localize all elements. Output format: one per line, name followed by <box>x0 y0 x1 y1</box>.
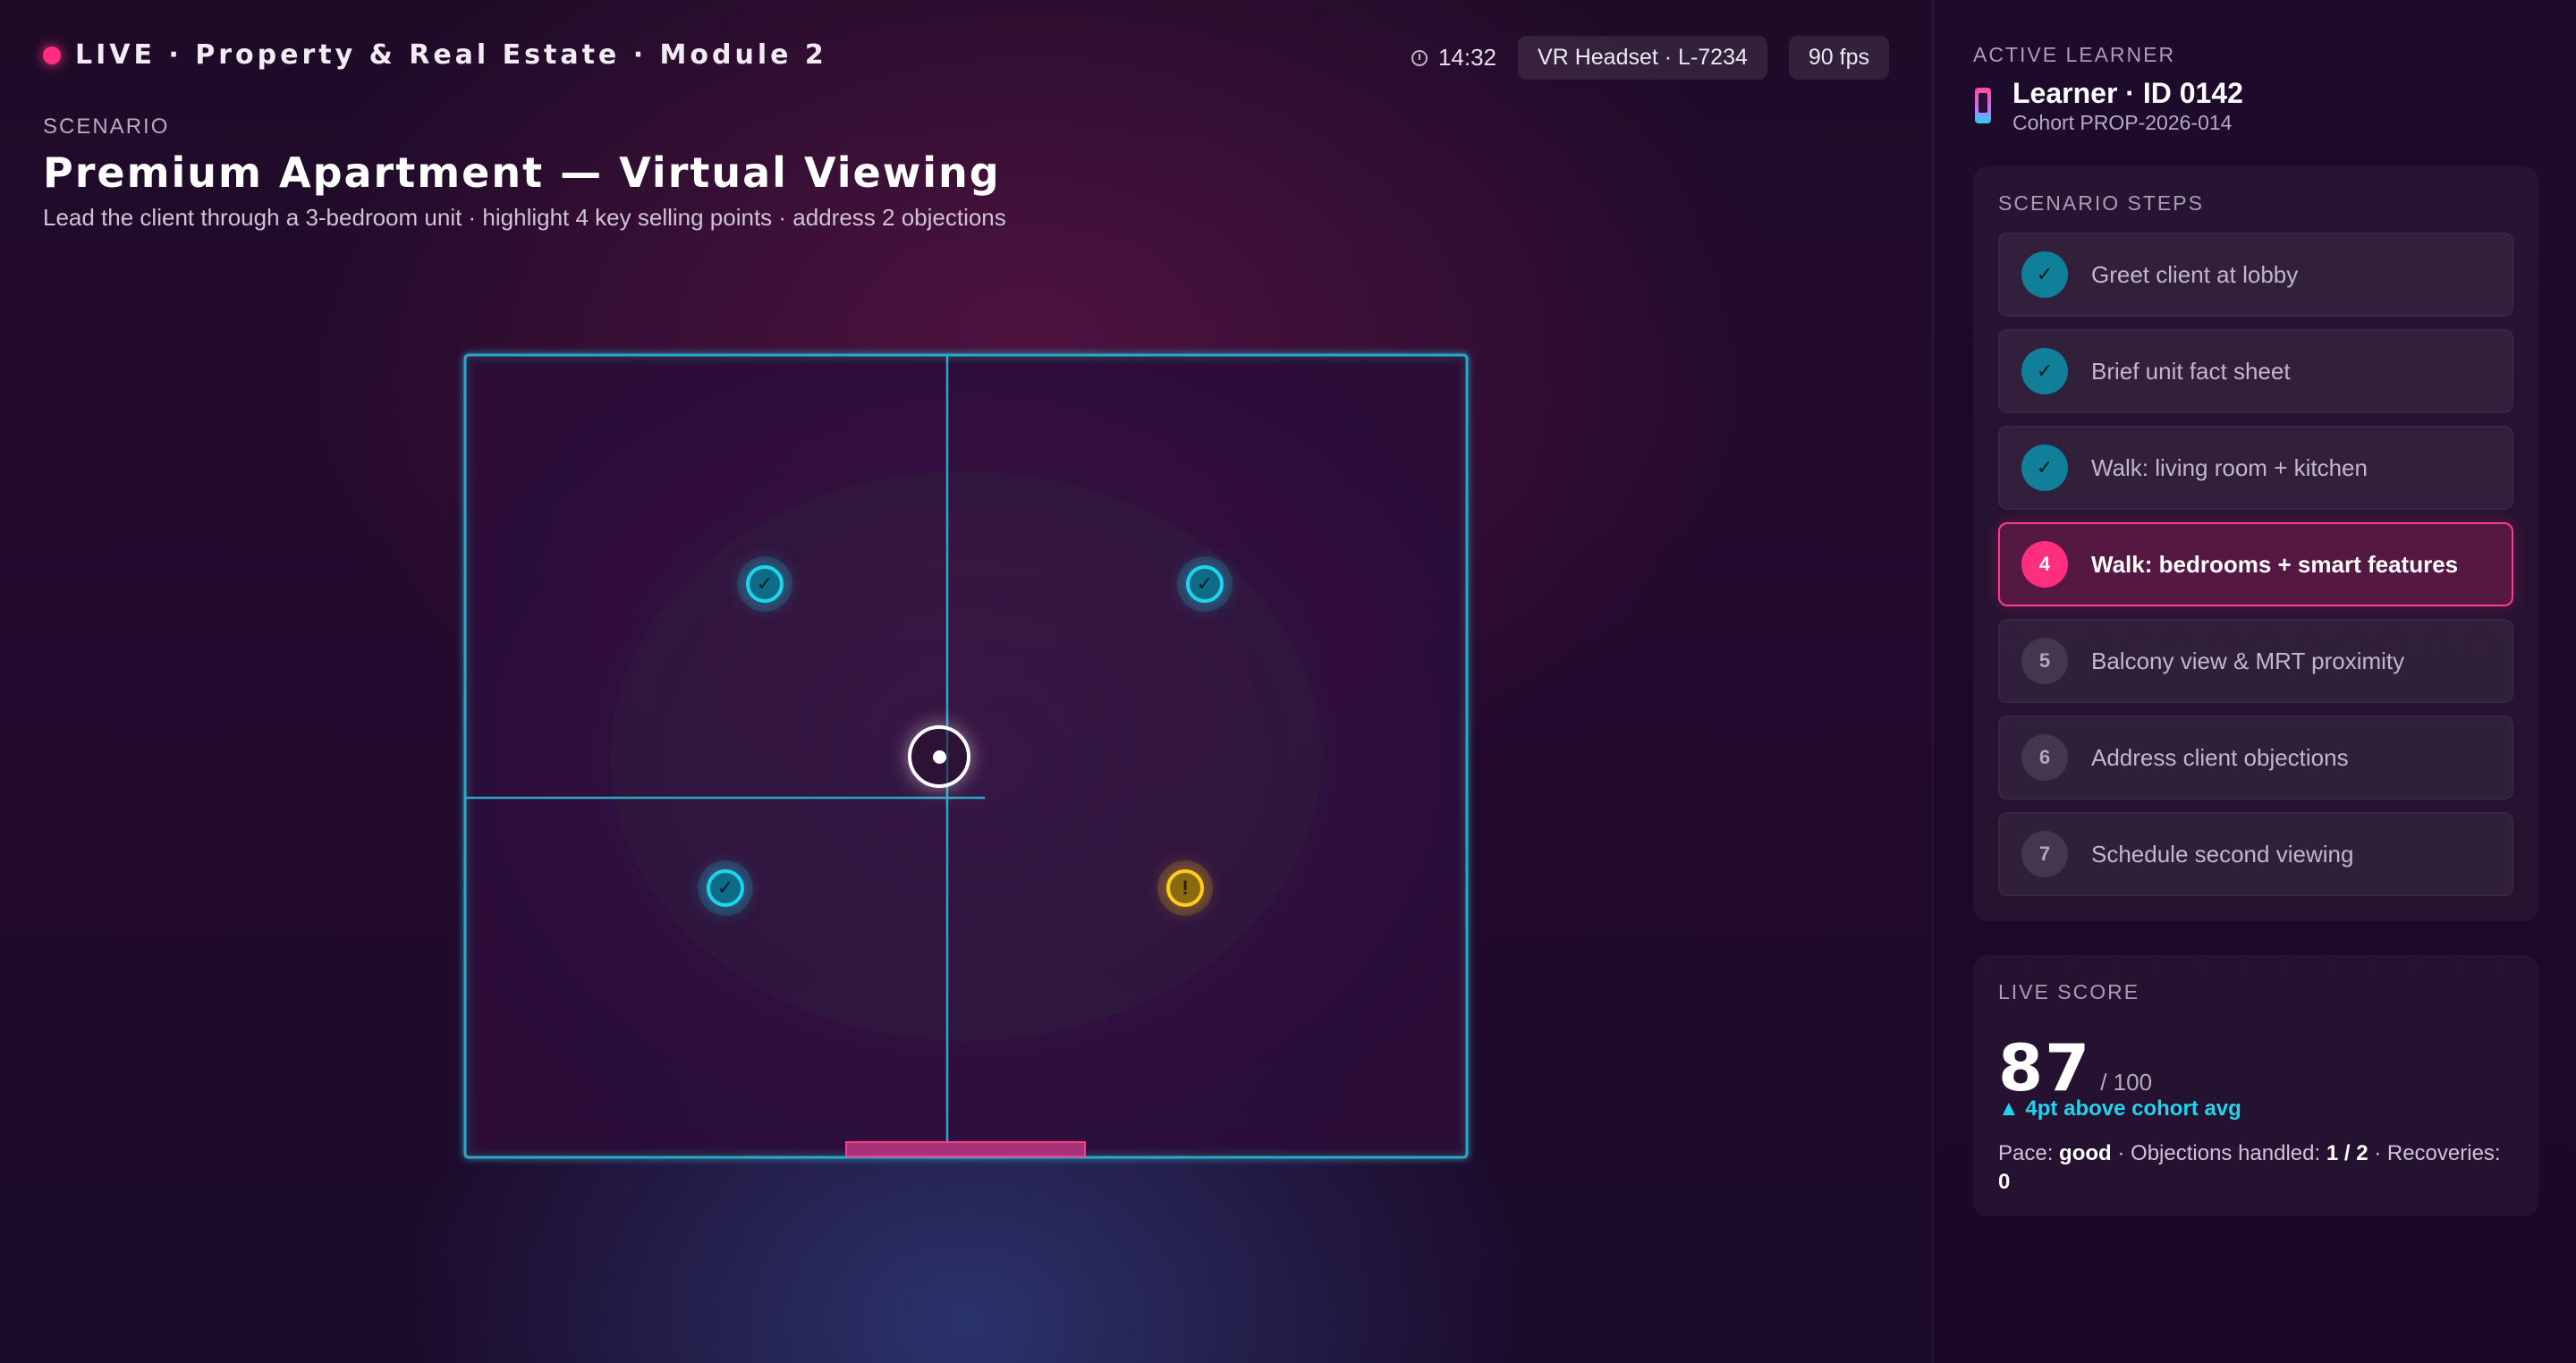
step-5[interactable]: 5 Balcony view & MRT proximity <box>1998 619 2513 703</box>
score-row: 87 / 100 <box>1998 1030 2152 1105</box>
check-icon: ✓ <box>1196 572 1214 595</box>
scenario-steps-title: SCENARIO STEPS <box>1998 191 2204 215</box>
learner-cohort: Cohort PROP-2026-014 <box>2012 111 2233 134</box>
live-score-panel: LIVE SCORE 87 / 100 ▲ 4pt above cohort a… <box>1973 955 2538 1216</box>
step-7[interactable]: 7 Schedule second viewing <box>1998 812 2513 896</box>
step-label: Greet client at lobby <box>2091 260 2299 288</box>
sidebar: ACTIVE LEARNER Learner · ID 0142 Cohort … <box>1932 0 2576 1363</box>
recoveries-label: · Recoveries: <box>2374 1141 2501 1165</box>
waypoint-bedroom-1-done[interactable]: ✓ <box>746 565 784 603</box>
check-icon: ✓ <box>756 572 774 595</box>
step-number: 6 <box>2021 734 2068 781</box>
main-view: LIVE · Property & Real Estate · Module 2… <box>0 0 1932 1363</box>
waypoint-objection-warning[interactable]: ! <box>1166 869 1204 907</box>
step-1[interactable]: ✓ Greet client at lobby <box>1998 233 2513 317</box>
score-delta: ▲ 4pt above cohort avg <box>1998 1096 2241 1121</box>
live-score-title: LIVE SCORE <box>1998 980 2140 1003</box>
objections-value: 1 / 2 <box>2326 1141 2368 1165</box>
score-max: / 100 <box>2100 1069 2153 1096</box>
score-value: 87 <box>1998 1030 2092 1105</box>
step-number: 5 <box>2021 638 2068 684</box>
entrance-door <box>845 1141 1086 1157</box>
step-label: Address client objections <box>2091 743 2349 771</box>
step-label: Walk: bedrooms + smart features <box>2091 550 2459 578</box>
step-6[interactable]: 6 Address client objections <box>1998 715 2513 800</box>
step-number: 4 <box>2021 541 2068 588</box>
learner-name: Learner · ID 0142 <box>2012 77 2243 109</box>
active-learner-label: ACTIVE LEARNER <box>1973 43 2176 66</box>
recoveries-value: 0 <box>1998 1170 2011 1194</box>
step-label: Schedule second viewing <box>2091 840 2354 868</box>
step-number: 7 <box>2021 831 2068 877</box>
step-label: Brief unit fact sheet <box>2091 357 2291 385</box>
waypoint-bedroom-2-done[interactable]: ✓ <box>1186 565 1224 603</box>
pace-label: Pace: <box>1998 1141 2054 1165</box>
step-4-active[interactable]: 4 Walk: bedrooms + smart features <box>1998 522 2513 606</box>
warning-icon: ! <box>1182 876 1189 899</box>
scenario-steps-panel: SCENARIO STEPS ✓ Greet client at lobby ✓… <box>1973 166 2538 921</box>
floorplan <box>463 353 1469 1159</box>
learner-position-marker <box>908 725 970 788</box>
check-icon: ✓ <box>2021 444 2068 491</box>
objections-label: · Objections handled: <box>2117 1141 2321 1165</box>
waypoint-living-room-done[interactable]: ✓ <box>707 869 744 907</box>
step-label: Walk: living room + kitchen <box>2091 453 2368 481</box>
vr-training-app: LIVE · Property & Real Estate · Module 2… <box>0 0 2576 1363</box>
check-icon: ✓ <box>2021 251 2068 298</box>
check-icon: ✓ <box>716 876 734 899</box>
learner-avatar-icon <box>1975 88 1991 123</box>
score-details: Pace: good · Objections handled: 1 / 2 ·… <box>1998 1139 2517 1197</box>
step-3[interactable]: ✓ Walk: living room + kitchen <box>1998 426 2513 510</box>
step-label: Balcony view & MRT proximity <box>2091 647 2405 674</box>
step-2[interactable]: ✓ Brief unit fact sheet <box>1998 329 2513 413</box>
pace-value: good <box>2059 1141 2112 1165</box>
check-icon: ✓ <box>2021 348 2068 394</box>
